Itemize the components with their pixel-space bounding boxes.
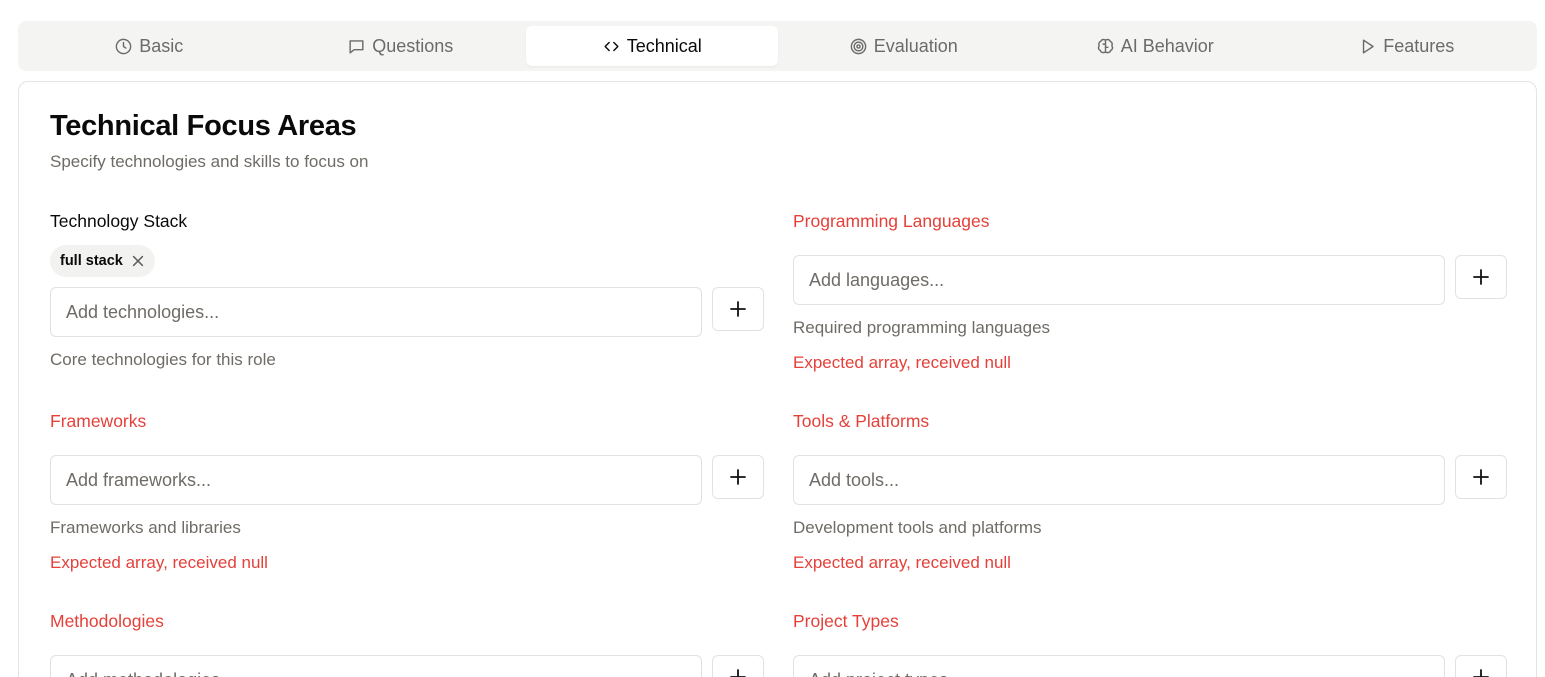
- project-types-field: Project Types: [793, 609, 1507, 677]
- close-icon[interactable]: [131, 254, 145, 268]
- programming-languages-label: Programming Languages: [793, 211, 990, 231]
- tab-label: Questions: [372, 35, 454, 56]
- plus-icon: [730, 469, 746, 485]
- add-tool-button[interactable]: [1455, 455, 1507, 499]
- languages-input[interactable]: [793, 255, 1445, 305]
- tab-questions[interactable]: Questions: [275, 26, 527, 66]
- code-icon: [604, 41, 619, 51]
- methodologies-input[interactable]: [50, 655, 702, 677]
- tab-features[interactable]: Features: [1281, 26, 1533, 66]
- tools-platforms-hint: Development tools and platforms: [793, 518, 1042, 537]
- project-types-input[interactable]: [793, 655, 1445, 677]
- programming-languages-error: Expected array, received null: [793, 353, 1011, 372]
- chip-label: full stack: [60, 253, 123, 269]
- methodologies-label: Methodologies: [50, 611, 164, 631]
- tab-technical[interactable]: Technical: [526, 26, 778, 66]
- tab-label: Basic: [139, 35, 184, 56]
- add-technology-button[interactable]: [712, 287, 764, 331]
- tab-ai-behavior[interactable]: AI Behavior: [1029, 26, 1281, 66]
- frameworks-label: Frameworks: [50, 411, 147, 431]
- add-project-type-button[interactable]: [1455, 655, 1507, 677]
- add-methodology-button[interactable]: [712, 655, 764, 677]
- card-description: Specify technologies and skills to focus…: [50, 152, 369, 171]
- technology-stack-field: Technology Stack full stack Core technol…: [50, 209, 764, 371]
- add-framework-button[interactable]: [712, 455, 764, 499]
- project-types-label: Project Types: [793, 611, 899, 631]
- frameworks-error: Expected array, received null: [50, 553, 268, 572]
- technologies-input[interactable]: [50, 287, 702, 337]
- target-icon: [850, 38, 867, 54]
- plus-icon: [730, 301, 746, 317]
- tab-label: Features: [1383, 35, 1455, 56]
- tools-input[interactable]: [793, 455, 1445, 505]
- tech-chip-full-stack: full stack: [50, 245, 155, 277]
- technology-stack-label: Technology Stack: [50, 211, 188, 231]
- tab-label: Evaluation: [873, 35, 958, 56]
- card-title: Technical Focus Areas: [50, 110, 357, 142]
- technical-focus-card: Technical Focus Areas Specify technologi…: [18, 81, 1537, 677]
- tools-platforms-field: Tools & Platforms Development tools and …: [793, 409, 1507, 574]
- tab-label: Technical: [626, 35, 702, 56]
- tab-basic[interactable]: Basic: [23, 26, 275, 66]
- plus-icon: [730, 669, 746, 677]
- plus-icon: [1473, 669, 1489, 677]
- tab-evaluation[interactable]: Evaluation: [778, 26, 1030, 66]
- frameworks-hint: Frameworks and libraries: [50, 518, 241, 537]
- methodologies-field: Methodologies: [50, 609, 764, 677]
- programming-languages-hint: Required programming languages: [793, 318, 1051, 337]
- clock-icon: [115, 38, 132, 54]
- tools-platforms-label: Tools & Platforms: [793, 411, 930, 431]
- message-icon: [349, 39, 364, 54]
- play-icon: [1363, 38, 1374, 54]
- frameworks-input[interactable]: [50, 455, 702, 505]
- programming-languages-field: Programming Languages Required programmi…: [793, 209, 1507, 374]
- tab-label: AI Behavior: [1120, 35, 1214, 56]
- tab-bar: Basic Questions Technical Evaluation AI …: [18, 21, 1537, 71]
- brain-icon: [1097, 38, 1113, 53]
- tools-platforms-error: Expected array, received null: [793, 553, 1011, 572]
- frameworks-field: Frameworks Frameworks and libraries Expe…: [50, 409, 764, 574]
- plus-icon: [1473, 269, 1489, 285]
- plus-icon: [1473, 469, 1489, 485]
- technology-stack-hint: Core technologies for this role: [50, 350, 276, 369]
- add-language-button[interactable]: [1455, 255, 1507, 299]
